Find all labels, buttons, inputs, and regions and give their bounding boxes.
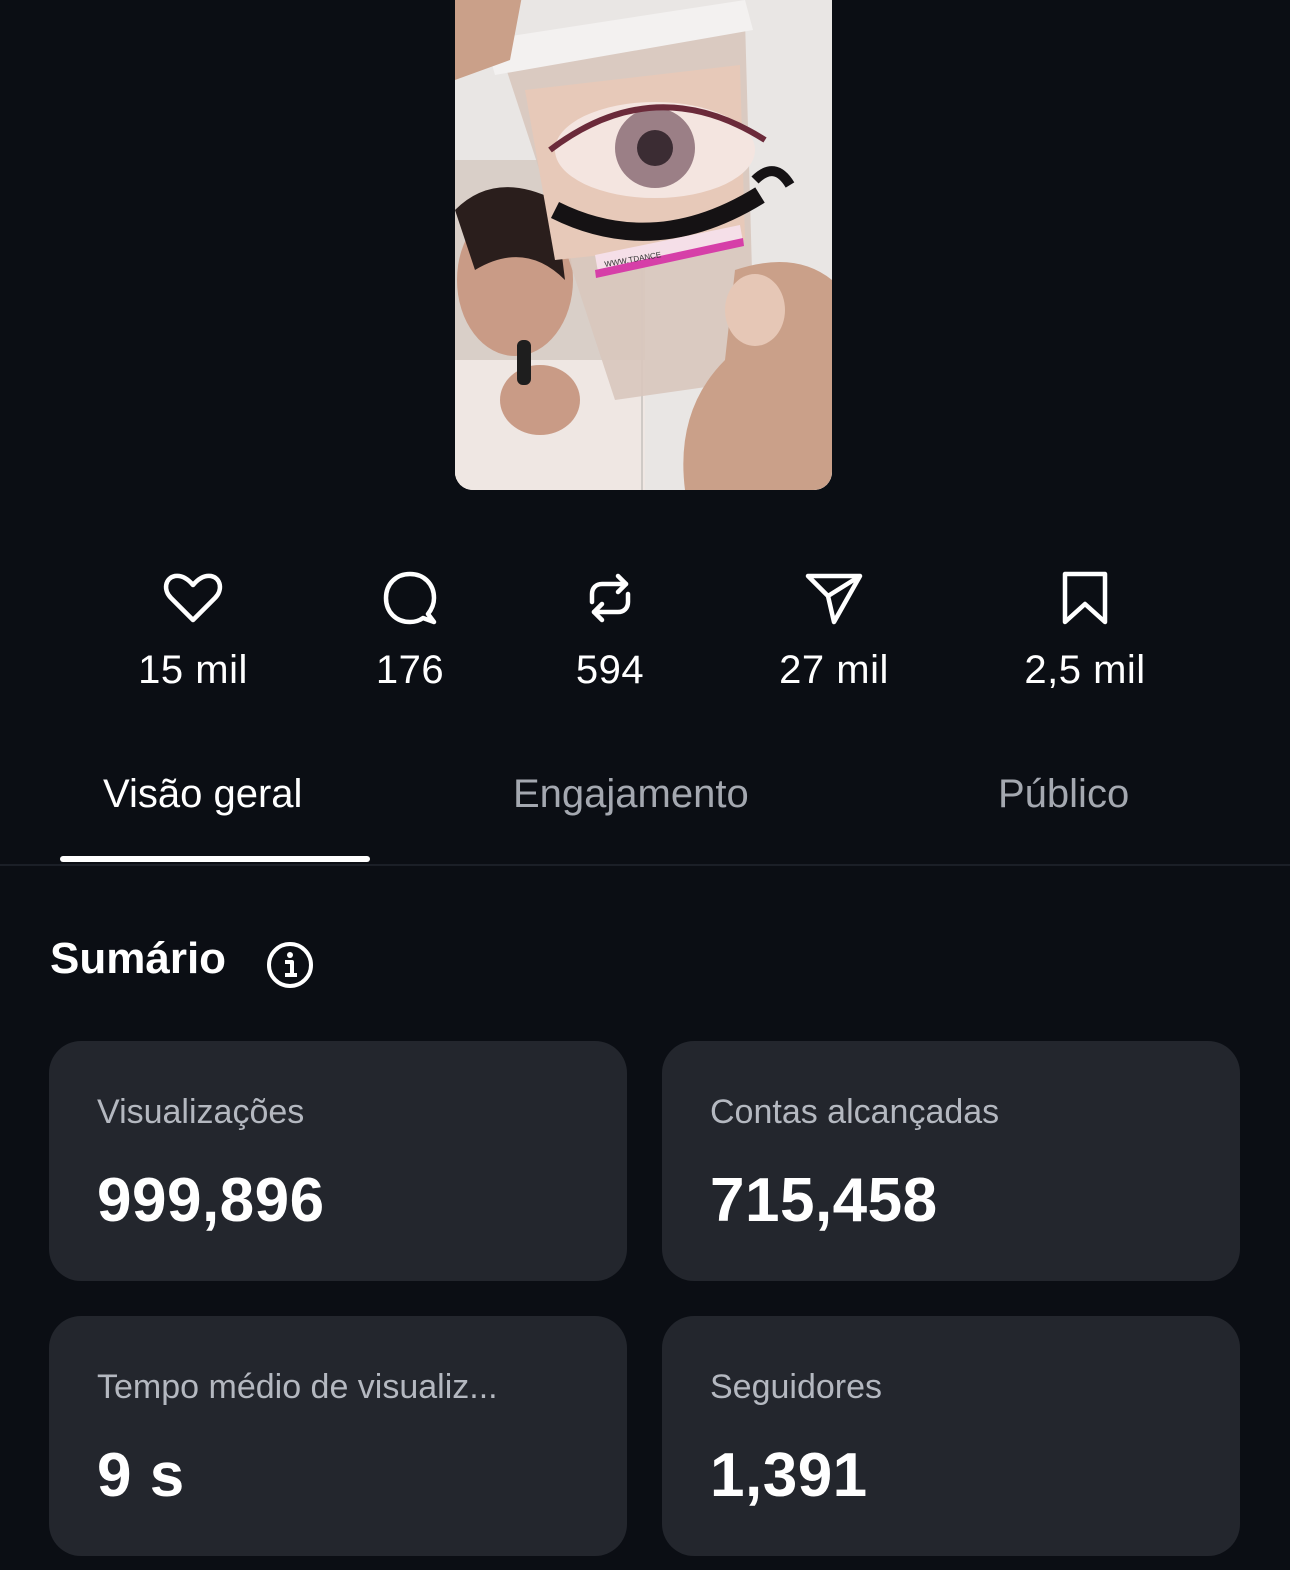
comments-stat[interactable]: 176: [300, 566, 520, 693]
info-icon[interactable]: [265, 940, 315, 990]
followers-card[interactable]: Seguidores 1,391: [662, 1316, 1240, 1556]
post-thumbnail[interactable]: WWW.TDANCE: [455, 0, 832, 490]
accounts-reached-card[interactable]: Contas alcançadas 715,458: [662, 1041, 1240, 1281]
accounts-reached-label: Contas alcançadas: [710, 1093, 1000, 1131]
followers-value: 1,391: [710, 1441, 868, 1510]
avg-watch-time-label: Tempo médio de visualiz...: [97, 1368, 498, 1406]
share-icon: [802, 566, 866, 630]
shares-count: 27 mil: [779, 648, 889, 692]
insights-tabs: Visão geral Engajamento Público: [0, 760, 1290, 866]
accounts-reached-value: 715,458: [710, 1166, 938, 1235]
views-label: Visualizações: [97, 1093, 305, 1131]
views-value: 999,896: [97, 1166, 325, 1235]
summary-title: Sumário: [50, 934, 227, 983]
followers-label: Seguidores: [710, 1368, 883, 1406]
bookmark-icon: [1053, 566, 1117, 630]
reposts-count: 594: [575, 648, 645, 692]
heart-icon: [161, 566, 225, 630]
saves-stat[interactable]: 2,5 mil: [975, 566, 1195, 693]
avg-watch-time-value: 9 s: [97, 1441, 185, 1510]
shares-stat[interactable]: 27 mil: [724, 566, 944, 693]
reposts-stat[interactable]: 594: [500, 566, 720, 693]
tab-engagement[interactable]: Engajamento: [513, 772, 749, 817]
tab-audience[interactable]: Público: [998, 772, 1129, 817]
repost-icon: [578, 566, 642, 630]
likes-stat[interactable]: 15 mil: [83, 566, 303, 693]
active-tab-indicator: [60, 856, 370, 862]
likes-count: 15 mil: [138, 648, 248, 692]
saves-count: 2,5 mil: [1024, 648, 1146, 692]
comments-count: 176: [375, 648, 445, 692]
views-card[interactable]: Visualizações 999,896: [49, 1041, 627, 1281]
comment-icon: [378, 566, 442, 630]
tab-overview[interactable]: Visão geral: [103, 772, 302, 817]
avg-watch-time-card[interactable]: Tempo médio de visualiz... 9 s: [49, 1316, 627, 1556]
